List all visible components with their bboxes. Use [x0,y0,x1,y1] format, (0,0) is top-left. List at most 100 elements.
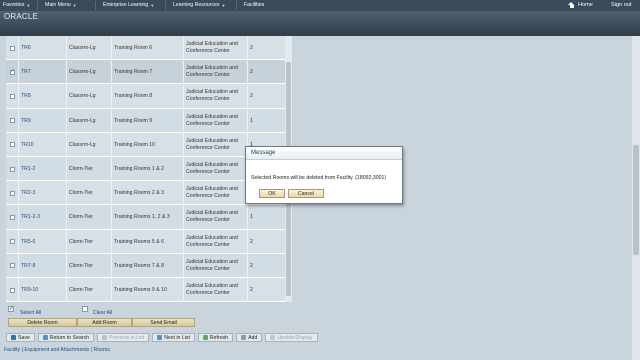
table-row[interactable]: TR10 Classrm-Lg Training Room 10 Judicial E… [6,132,286,157]
select-all-label: Select All [20,310,42,316]
nav-enterprise-learning-label: Enterprise Learning [103,2,149,8]
table-row[interactable]: TR6 Classrm-Lg Training Room 6 Judicial Edu… [6,36,286,61]
row-select-cell[interactable] [6,253,19,278]
quantity-cell: 2 [250,45,253,51]
row-checkbox[interactable] [9,45,15,51]
refresh-icon [202,335,208,340]
table-row[interactable]: TR1-2-3 Clsrm-Tier Training Rooms 1, 2 & 3… [6,205,286,230]
row-select-cell[interactable] [6,157,19,181]
room-name-cell: Training Rooms 1 & 2 [112,157,184,181]
select-all-checkbox[interactable] [8,305,14,312]
select-all-link[interactable]: Select All [20,310,41,316]
room-code-link[interactable]: TR8 [19,84,67,109]
table-row[interactable]: TR9 Classrm-Lg Training Room 9 Judicial Edu… [6,108,286,133]
row-select-cell[interactable] [6,132,19,157]
sign-out-label: Sign out [611,2,632,8]
next-in-list-button[interactable]: Next in List [152,333,195,342]
update-display-button[interactable]: Update/Display [265,333,318,342]
row-checkbox[interactable] [9,93,15,99]
row-checkbox[interactable] [9,239,15,245]
row-select-cell[interactable] [6,36,19,60]
facility-cell: Judicial Education and Conference Center [184,84,248,109]
table-row[interactable]: TR7Classrm-LgTraining Room 7Judicial Edu… [6,60,286,85]
row-checkbox[interactable] [9,118,15,124]
room-code-link[interactable]: TR5-6 [19,229,67,254]
room-code-link[interactable]: TR10 [19,132,67,157]
table-row[interactable]: TR2-3 Clsrm-Tier Training Rooms 2 & 3 Judic… [6,181,286,206]
select-all[interactable] [8,305,14,312]
room-name-cell: Training Room 7 [112,60,184,85]
facility-cell: Judicial Education and Conference Center [184,278,248,302]
room-code-link[interactable]: TR9-10 [19,278,67,302]
row-checkbox[interactable] [9,190,15,196]
row-checkbox[interactable] [9,68,15,75]
add-button[interactable]: Add [236,333,263,342]
room-type-cell: Clsrm-Tier [67,157,112,181]
table-row[interactable]: TR9-10 Clsrm-Tier Training Rooms 9 & 10 Jud… [6,278,286,302]
row-checkbox[interactable] [9,263,15,269]
row-select-cell[interactable] [6,278,19,302]
room-code-link[interactable]: TR1-2-3 [19,205,67,230]
dialog-title: Message [246,147,402,160]
page-scrollbar-thumb[interactable] [633,145,639,255]
row-select-cell[interactable] [6,60,19,85]
room-code-link[interactable]: TR6 [19,36,67,60]
nav-separator [37,1,38,10]
room-name-cell: Training Room 6 [112,36,184,60]
row-checkbox[interactable] [9,142,15,148]
sign-out-link[interactable]: Sign out [611,2,632,8]
home-link[interactable]: Home [568,2,593,8]
nav-favorites[interactable]: Favorites ▼ [3,2,30,8]
table-row[interactable]: TR1-2 Clsrm-Tier Training Rooms 1 & 2 Judic… [6,157,286,182]
nav-main-menu[interactable]: Main Menu ▼ [45,2,77,8]
row-select-cell[interactable] [6,229,19,254]
breadcrumb[interactable]: Facility | Equipment and Attachments | R… [4,347,110,353]
table-row[interactable]: TR7-8 Clsrm-Tier Training Rooms 7 & 8 Judic… [6,253,286,278]
room-code-link[interactable]: TR9 [19,108,67,133]
row-checkbox[interactable] [9,214,15,220]
room-type-cell: Clsrm-Tier [67,229,112,254]
home-icon [568,2,575,8]
room-type-cell: Clsrm-Tier [67,253,112,278]
ok-button[interactable]: OK [259,189,285,198]
row-checkbox[interactable] [9,287,15,293]
delete-room-button[interactable]: Delete Room [8,318,77,327]
save-button[interactable]: Save [6,333,35,342]
add-room-button[interactable]: Add Room [77,318,132,327]
row-select-cell[interactable] [6,181,19,206]
room-code-link[interactable]: TR2-3 [19,181,67,206]
row-checkbox[interactable] [9,166,15,172]
refresh-button[interactable]: Refresh [197,333,234,342]
clear-all-checkbox[interactable] [82,306,88,312]
room-type-cell: Classrm-Lg [67,132,112,157]
room-name-cell: Training Rooms 9 & 10 [112,278,184,302]
row-select-cell[interactable] [6,205,19,230]
row-select-cell[interactable] [6,84,19,109]
return-to-search-button[interactable]: Return to Search [37,333,95,342]
send-email-button[interactable]: Send Email [132,318,195,327]
row-select-cell[interactable] [6,108,19,133]
room-code-link[interactable]: TR7-8 [19,253,67,278]
add-icon [241,335,247,340]
nav-enterprise-learning[interactable]: Enterprise Learning ▼ [103,2,154,8]
clear-all-link[interactable]: Clear All [93,310,112,316]
cancel-button[interactable]: Cancel [288,189,324,198]
room-name-cell: Training Room 8 [112,84,184,109]
quantity-cell: 2 [250,93,253,100]
room-name-cell: Training Rooms 1, 2 & 3 [112,205,184,230]
room-type-cell: Classrm-Lg [67,36,112,60]
facility-cell: Judicial Education and Conference Center [184,36,248,60]
dialog-message: Selected Rooms will be deleted from Faci… [251,175,387,181]
top-nav-bar: Favorites ▼ Main Menu ▼ Enterprise Learn… [0,0,640,11]
nav-learning-resources[interactable]: Learning Resources ▼ [173,2,225,8]
previous-in-list-button[interactable]: Previous in List [97,333,150,342]
nav-facilities-label: Facilities [244,2,265,8]
room-code-link[interactable]: TR7 [19,60,67,85]
room-code-link[interactable]: TR1-2 [19,157,67,181]
table-row[interactable]: TR5-6 Clsrm-Tier Training Rooms 5 & 6 Judic… [6,229,286,254]
table-row[interactable]: TR8 Classrm-Lg Training Room 8 Judicial Edu… [6,84,286,109]
nav-facilities[interactable]: Facilities [244,2,264,8]
clear-all[interactable] [82,306,88,312]
chevron-down-icon: ▼ [150,2,155,8]
facility-cell: Judicial Education and Conference Center [184,157,248,181]
